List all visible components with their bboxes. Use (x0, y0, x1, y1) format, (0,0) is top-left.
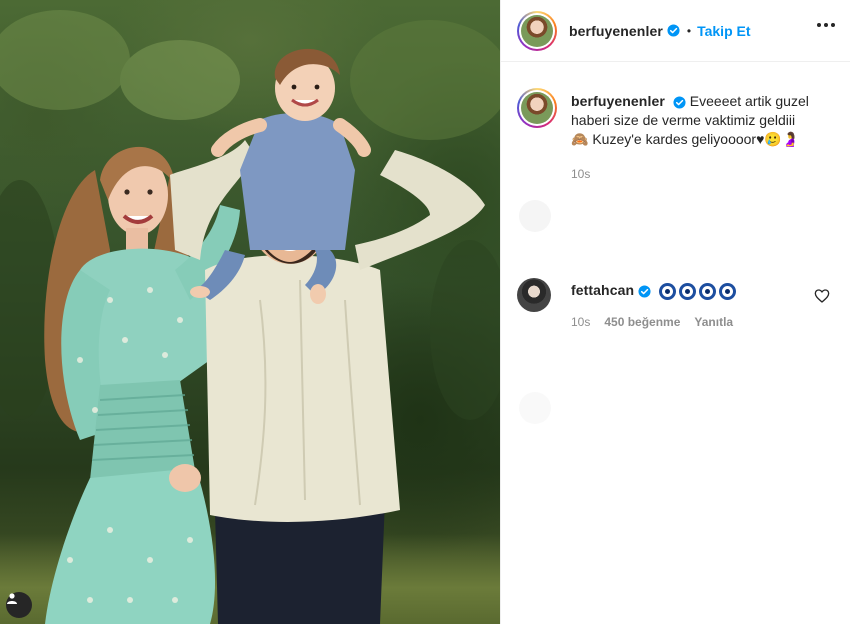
caption-author-avatar[interactable] (517, 88, 557, 128)
follow-button[interactable]: Takip Et (697, 23, 750, 39)
heart-outline-icon[interactable] (814, 288, 830, 304)
comment-item: fettahcan (517, 278, 837, 312)
comment-timestamp[interactable]: 10s (571, 315, 590, 329)
author-avatar[interactable] (517, 10, 557, 51)
commenter-avatar[interactable] (517, 278, 551, 312)
nazar-eye-icon (719, 282, 737, 300)
comment-meta: 10s 450 beğenme Yanıtla (571, 315, 733, 329)
post-caption: berfuyenenler Eveeeet artik guzel haberi… (517, 88, 837, 149)
post-photo[interactable] (0, 0, 500, 624)
more-options-icon[interactable] (817, 23, 835, 27)
user-tag-icon[interactable] (6, 592, 32, 618)
verified-badge-icon (673, 96, 686, 109)
nazar-eye-icon (679, 282, 697, 300)
comment-likes[interactable]: 450 beğenme (604, 315, 680, 329)
post-side-panel: berfuyenenler • Takip Et berfuyenenler E… (500, 0, 850, 624)
faint-placeholder (519, 392, 551, 424)
caption-username[interactable]: berfuyenenler (571, 93, 665, 109)
nazar-eye-icon (699, 282, 717, 300)
photo-illustration (0, 10, 500, 624)
caption-line-1: Eveeeet artik guzel (689, 93, 809, 109)
nazar-eye-icon (659, 282, 677, 300)
caption-emoji-monkey: 🙈 (571, 131, 589, 147)
caption-line-3: Kuzey'e kardes geliyoooor♥🥲🤰 (588, 131, 800, 147)
header-separator: • (686, 23, 692, 38)
comment-body: fettahcan (571, 278, 737, 312)
faint-placeholder (519, 200, 551, 232)
post-header: berfuyenenler • Takip Et (501, 0, 850, 62)
comment-text (659, 282, 737, 300)
verified-badge-icon (638, 285, 651, 298)
verified-badge-icon (667, 24, 680, 37)
commenter-username[interactable]: fettahcan (571, 282, 634, 298)
author-username[interactable]: berfuyenenler (569, 23, 663, 39)
person-icon (7, 593, 17, 604)
caption-line-2: haberi size de verme vaktimiz geldiii (571, 112, 796, 128)
caption-text: berfuyenenler Eveeeet artik guzel haberi… (571, 88, 809, 149)
caption-timestamp[interactable]: 10s (571, 167, 590, 181)
reply-button[interactable]: Yanıtla (694, 315, 733, 329)
